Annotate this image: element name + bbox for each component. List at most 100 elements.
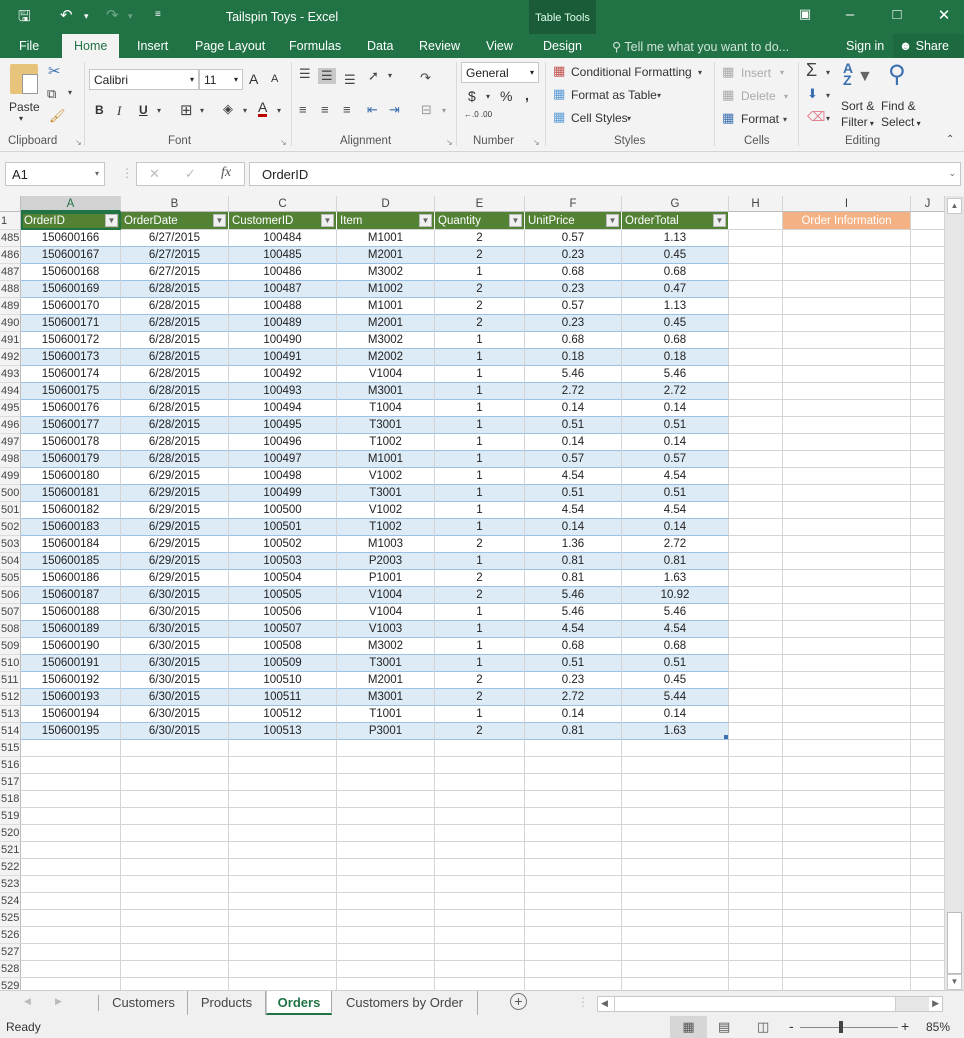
font-name-select[interactable]: Calibri ▾ xyxy=(89,69,199,90)
cell[interactable] xyxy=(337,859,435,876)
table-cell[interactable]: 150600178 xyxy=(21,434,121,451)
table-cell[interactable]: 0.81 xyxy=(525,570,622,587)
top-align-icon[interactable]: ☰ xyxy=(299,66,311,82)
cell[interactable] xyxy=(525,961,622,978)
table-cell[interactable]: 1 xyxy=(435,553,525,570)
row-header[interactable]: 510 xyxy=(0,655,21,672)
table-cell[interactable]: 6/28/2015 xyxy=(121,349,229,366)
table-cell[interactable]: 100485 xyxy=(229,247,337,264)
cell[interactable] xyxy=(121,961,229,978)
table-cell[interactable]: M3002 xyxy=(337,638,435,655)
cell[interactable] xyxy=(337,842,435,859)
cell[interactable] xyxy=(911,723,945,740)
table-cell[interactable]: 150600175 xyxy=(21,383,121,400)
cell[interactable] xyxy=(21,961,121,978)
column-header-a[interactable]: A xyxy=(21,196,121,212)
scroll-track[interactable] xyxy=(896,997,929,1011)
cell[interactable] xyxy=(622,774,729,791)
filter-dropdown-icon[interactable]: ▼ xyxy=(509,214,522,227)
cell[interactable] xyxy=(783,587,911,604)
clipboard-launcher-icon[interactable]: ↘ xyxy=(75,138,82,147)
cell[interactable] xyxy=(729,536,783,553)
cell[interactable] xyxy=(911,638,945,655)
cell[interactable] xyxy=(783,264,911,281)
cell[interactable] xyxy=(911,791,945,808)
cell[interactable] xyxy=(911,570,945,587)
cell[interactable] xyxy=(622,944,729,961)
table-cell[interactable]: T1002 xyxy=(337,434,435,451)
column-header-b[interactable]: B xyxy=(121,196,229,212)
tab-split-handle[interactable]: ⋮ xyxy=(577,995,589,1009)
cell[interactable] xyxy=(729,315,783,332)
cell[interactable] xyxy=(729,655,783,672)
comma-button[interactable]: , xyxy=(525,87,529,103)
table-cell[interactable]: V1004 xyxy=(337,587,435,604)
table-cell[interactable]: 0.14 xyxy=(525,519,622,536)
table-header-cell[interactable]: Quantity ▼ xyxy=(435,212,525,230)
table-cell[interactable]: 6/29/2015 xyxy=(121,485,229,502)
expand-formula-bar-icon[interactable]: ⌄ xyxy=(948,168,956,179)
name-box[interactable]: A1 ▾ xyxy=(5,162,105,186)
table-cell[interactable]: 100495 xyxy=(229,417,337,434)
row-header[interactable]: 508 xyxy=(0,621,21,638)
cell-styles-button[interactable]: Cell Styles xyxy=(571,111,628,125)
row-header[interactable]: 511 xyxy=(0,672,21,689)
cell[interactable] xyxy=(783,876,911,893)
cell[interactable] xyxy=(911,553,945,570)
cell[interactable] xyxy=(783,451,911,468)
cell[interactable] xyxy=(21,978,121,990)
cell[interactable] xyxy=(525,978,622,990)
table-cell[interactable]: 2 xyxy=(435,587,525,604)
table-cell[interactable]: 0.68 xyxy=(622,264,729,281)
cell[interactable] xyxy=(525,791,622,808)
table-cell[interactable]: 100511 xyxy=(229,689,337,706)
table-cell[interactable]: 0.57 xyxy=(622,451,729,468)
table-cell[interactable]: 2 xyxy=(435,672,525,689)
table-cell[interactable]: 1.13 xyxy=(622,230,729,247)
sort-filter-button[interactable]: Sort & Filter ▾ xyxy=(841,98,874,132)
table-cell[interactable]: 6/28/2015 xyxy=(121,434,229,451)
table-cell[interactable]: 100490 xyxy=(229,332,337,349)
table-cell[interactable]: 1 xyxy=(435,638,525,655)
table-cell[interactable]: M2001 xyxy=(337,672,435,689)
table-cell[interactable]: 1 xyxy=(435,519,525,536)
previous-sheet-icon[interactable]: ◀ xyxy=(24,996,31,1007)
row-header[interactable]: 522 xyxy=(0,859,21,876)
table-cell[interactable]: 100510 xyxy=(229,672,337,689)
cell[interactable] xyxy=(911,859,945,876)
tab-page-layout[interactable]: Page Layout xyxy=(195,39,265,53)
page-layout-view-icon[interactable]: ▤ xyxy=(718,1019,730,1035)
cell[interactable] xyxy=(337,774,435,791)
table-cell[interactable]: 1 xyxy=(435,417,525,434)
cell[interactable] xyxy=(729,247,783,264)
cell[interactable] xyxy=(911,910,945,927)
wrap-text-icon[interactable]: ↷ xyxy=(420,70,431,86)
cell[interactable] xyxy=(729,842,783,859)
cell[interactable] xyxy=(121,910,229,927)
select-all-corner[interactable] xyxy=(0,196,21,212)
cell[interactable] xyxy=(783,553,911,570)
cell[interactable] xyxy=(783,230,911,247)
table-cell[interactable]: 2 xyxy=(435,298,525,315)
italic-button[interactable]: I xyxy=(117,103,121,119)
cell[interactable] xyxy=(729,859,783,876)
cell[interactable] xyxy=(729,876,783,893)
cell[interactable] xyxy=(229,757,337,774)
cell[interactable] xyxy=(783,519,911,536)
row-header[interactable]: 501 xyxy=(0,502,21,519)
table-cell[interactable]: 150600193 xyxy=(21,689,121,706)
cell[interactable] xyxy=(911,315,945,332)
table-cell[interactable]: 1 xyxy=(435,468,525,485)
cell[interactable] xyxy=(435,944,525,961)
table-cell[interactable]: 1 xyxy=(435,485,525,502)
cell[interactable] xyxy=(729,621,783,638)
table-cell[interactable]: 0.51 xyxy=(525,655,622,672)
cell[interactable] xyxy=(622,842,729,859)
cell[interactable] xyxy=(911,706,945,723)
cell[interactable] xyxy=(337,757,435,774)
normal-view-icon[interactable]: ▦ xyxy=(670,1016,707,1038)
cell[interactable] xyxy=(121,791,229,808)
cell[interactable] xyxy=(783,740,911,757)
cell[interactable] xyxy=(337,808,435,825)
table-cell[interactable]: 2.72 xyxy=(622,536,729,553)
